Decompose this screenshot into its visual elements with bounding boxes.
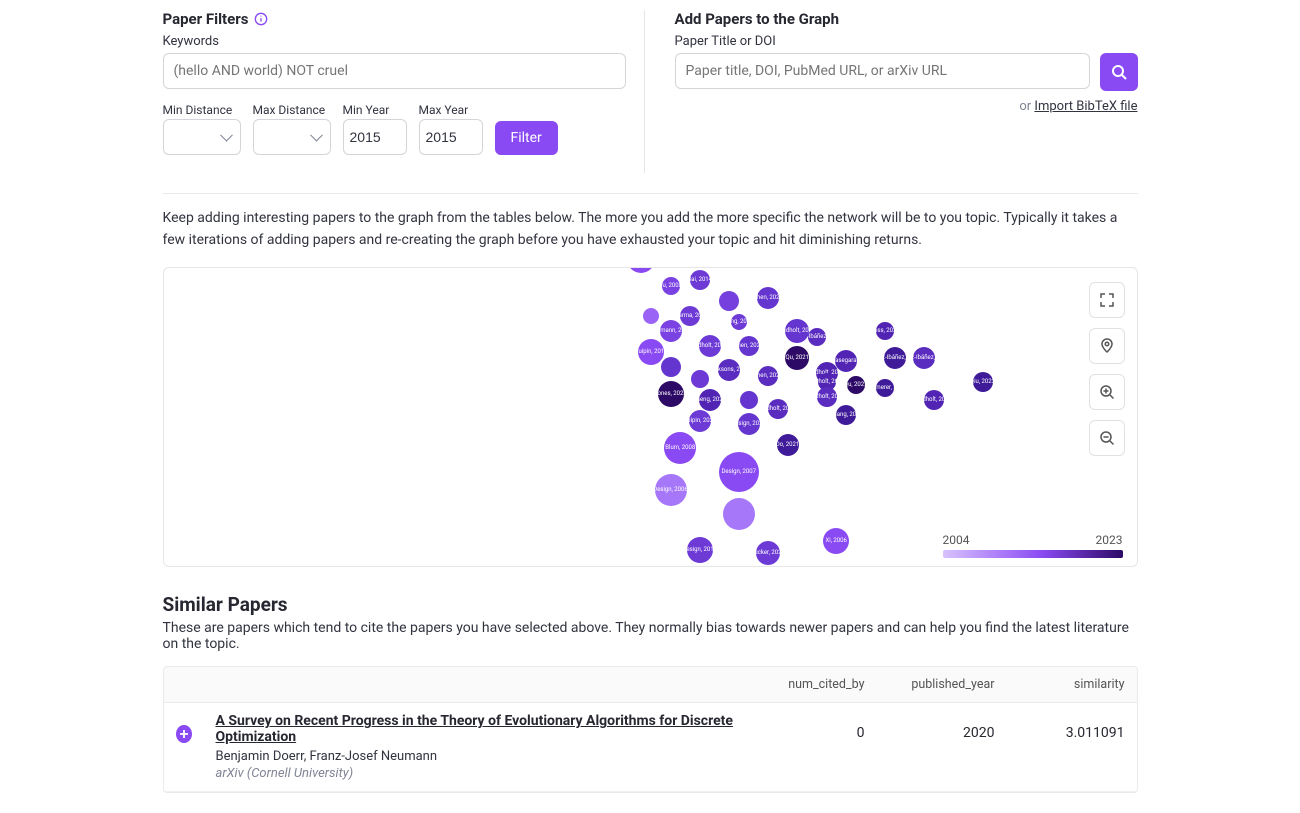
graph-node[interactable] (661, 357, 681, 377)
legend-min-year: 2004 (943, 533, 970, 547)
graph-node[interactable] (643, 308, 659, 324)
legend-max-year: 2023 (1096, 533, 1123, 547)
cell-similarity: 3.011091 (1007, 703, 1137, 751)
cell-published-year: 2020 (877, 703, 1007, 751)
graph-node[interactable]: Design, 2007 (719, 452, 759, 492)
paper-filters-heading: Paper Filters (163, 10, 626, 28)
graph-node[interactable]: Guipin, 2020 (689, 410, 711, 432)
table-row: A Survey on Recent Progress in the Theor… (164, 703, 1137, 792)
graph-node[interactable]: Xi, 2006 (823, 528, 849, 554)
graph-node[interactable]: Jones, 2023 (658, 381, 684, 407)
graph-node[interactable]: Blum, 2008 (664, 432, 696, 464)
graph-node[interactable]: Neumann, 2013 (660, 320, 682, 342)
section-divider (163, 193, 1138, 194)
locate-button[interactable] (1089, 328, 1125, 364)
graph-node[interactable]: Guipin, 2018 (638, 339, 664, 365)
graph-node[interactable]: López-Ibáñez, 2013 (913, 347, 935, 369)
graph-node[interactable]: López-Ibáñez, 2021 (884, 347, 906, 369)
add-papers-heading: Add Papers to the Graph (675, 10, 1138, 28)
graph-node[interactable]: Design, 2021 (738, 413, 760, 435)
graph-node[interactable] (719, 291, 739, 311)
graph-node[interactable]: Bai, 2014 (690, 270, 710, 290)
import-row: or Import BibTeX file (675, 99, 1138, 114)
graph-node[interactable] (627, 267, 655, 273)
graph-node[interactable]: Chen, 2023 (739, 336, 759, 356)
graph-node[interactable]: Chen, 2020 (758, 366, 778, 386)
max-year-label: Max Year (419, 103, 483, 117)
graph-node[interactable]: Yu, 2008 (662, 277, 680, 295)
min-year-label: Min Year (343, 103, 407, 117)
expand-icon (1099, 292, 1115, 308)
zoom-in-icon (1099, 384, 1115, 400)
legend-gradient-bar (943, 550, 1123, 558)
max-year-input[interactable] (419, 119, 483, 155)
cell-num-cited-by: 0 (747, 703, 877, 751)
graph-node[interactable]: Chen, 2020 (757, 287, 779, 309)
similar-papers-description: These are papers which tend to cite the … (163, 620, 1138, 652)
add-paper-button[interactable] (176, 725, 192, 743)
similar-papers-table: num_cited_by published_year similarity A… (163, 666, 1138, 793)
graph-node[interactable]: Huang, 2023 (836, 405, 856, 425)
import-bibtex-link[interactable]: Import BibTeX file (1034, 99, 1137, 114)
similar-papers-heading: Similar Papers (163, 593, 1138, 616)
col-similarity[interactable]: similarity (1007, 667, 1137, 702)
expand-button[interactable] (1089, 282, 1125, 318)
graph-node[interactable]: Sharma, 2021 (680, 306, 700, 326)
zoom-in-button[interactable] (1089, 374, 1125, 410)
min-year-input[interactable] (343, 119, 407, 155)
instructions-text: Keep adding interesting papers to the gr… (163, 208, 1138, 251)
graph-node[interactable]: Yang, 2021 (731, 314, 747, 330)
max-distance-select[interactable] (253, 119, 331, 155)
graph-node[interactable]: López-Ibáñez, 2012 (808, 328, 826, 346)
info-icon (254, 12, 268, 26)
plus-icon (179, 729, 189, 739)
graph-node[interactable]: Chandrasegaran, 2021 (835, 350, 857, 372)
max-distance-label: Max Distance (253, 103, 331, 117)
graph-node[interactable] (691, 370, 709, 388)
filter-button[interactable]: Filter (495, 121, 558, 155)
location-pin-icon (1099, 338, 1115, 354)
col-num-cited-by[interactable]: num_cited_by (747, 667, 877, 702)
keywords-label: Keywords (163, 34, 626, 49)
graph-panel[interactable]: Bai, 2014 Yu, 2008 Chen, 2020 Sharma, 2021 Y… (163, 267, 1138, 567)
graph-node[interactable]: Kämmerer, 2022 (876, 379, 894, 397)
search-icon (1111, 64, 1127, 80)
graph-node[interactable]: Sudholt, 2013 (785, 319, 809, 343)
graph-node[interactable]: Boss, 2023 (876, 322, 894, 340)
graph-node[interactable]: Qiu, 2023 (973, 372, 993, 392)
paper-title-doi-label: Paper Title or DOI (675, 34, 1138, 49)
zoom-out-button[interactable] (1089, 420, 1125, 456)
graph-node[interactable]: Sudholt, 2018 (924, 390, 944, 410)
search-button[interactable] (1100, 53, 1138, 91)
graph-node[interactable]: Zheng, 2021 (699, 389, 721, 411)
graph-node[interactable]: Sudholt, 2006 (699, 335, 721, 357)
graph-node[interactable] (723, 498, 755, 530)
graph-node[interactable]: Do, 2021 (777, 434, 799, 456)
paper-search-input[interactable] (675, 53, 1090, 89)
paper-venue: arXiv (Cornell University) (216, 766, 735, 781)
col-published-year[interactable]: published_year (877, 667, 1007, 702)
graph-node[interactable]: Sudholt, 2023 (768, 399, 788, 419)
keywords-input[interactable] (163, 53, 626, 89)
graph-node[interactable]: Design, 2011 (687, 537, 713, 563)
graph-node[interactable]: Tucker, 2021 (756, 541, 780, 565)
graph-node[interactable] (740, 391, 758, 409)
graph-node[interactable]: Design, 2006 (655, 474, 687, 506)
year-legend: 2004 2023 (943, 533, 1123, 558)
min-distance-select[interactable] (163, 119, 241, 155)
graph-node[interactable]: Qu, 2021 (785, 346, 809, 370)
graph-node[interactable]: Jacksons, 2022 (718, 359, 740, 381)
graph-node[interactable]: Sudholt, 2022 (817, 387, 837, 407)
paper-authors: Benjamin Doerr, Franz-Josef Neumann (216, 749, 735, 764)
graph-node[interactable]: Qu, 2022 (847, 376, 865, 394)
min-distance-label: Min Distance (163, 103, 241, 117)
paper-title-link[interactable]: A Survey on Recent Progress in the Theor… (216, 713, 735, 745)
zoom-out-icon (1099, 430, 1115, 446)
